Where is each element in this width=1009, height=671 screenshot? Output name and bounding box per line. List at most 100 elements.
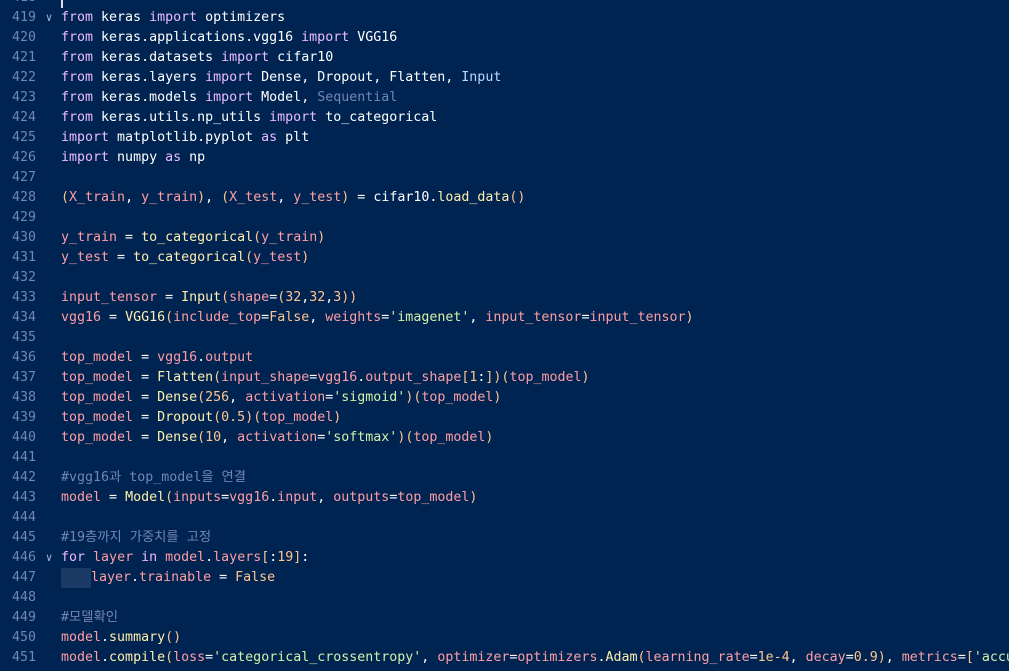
code-text[interactable]: top_model = Flatten(input_shape=vgg16.ou… xyxy=(61,368,590,388)
code-token: vgg16 xyxy=(317,370,358,385)
code-token: output xyxy=(205,350,254,365)
code-text[interactable]: from keras import optimizers xyxy=(61,8,285,28)
code-token: Model xyxy=(125,490,166,505)
code-text[interactable]: for layer in model.layers[:19]: xyxy=(61,548,309,568)
code-token: = xyxy=(133,430,158,445)
code-line[interactable]: 445 #19층까지 가중치를 고정 xyxy=(0,528,1009,548)
code-line[interactable]: 446 ∨ for layer in model.layers[:19]: xyxy=(0,548,1009,568)
code-token: compile xyxy=(109,650,166,665)
code-text[interactable]: from keras.utils.np_utils import to_cate… xyxy=(61,108,437,128)
code-line[interactable]: 423 from keras.models import Model, Seque… xyxy=(0,88,1009,108)
code-token: input_shape xyxy=(221,370,310,385)
code-token: 32 xyxy=(285,290,302,305)
code-line[interactable]: 443 model = Model(inputs=vgg16.input, out… xyxy=(0,488,1009,508)
code-token: = xyxy=(109,250,134,265)
code-line[interactable]: 427 xyxy=(0,168,1009,188)
code-line[interactable]: 447 layer.trainable = False xyxy=(0,568,1009,588)
code-line[interactable]: 420 from keras.applications.vgg16 import … xyxy=(0,28,1009,48)
code-token: ( xyxy=(61,190,70,205)
code-token: keras xyxy=(93,10,150,25)
code-token: = xyxy=(133,350,158,365)
code-line[interactable]: 422 from keras.layers import Dense, Dropo… xyxy=(0,68,1009,88)
code-line[interactable]: 436 top_model = vgg16.output xyxy=(0,348,1009,368)
code-line[interactable]: 442 #vgg16과 top_model을 연결 xyxy=(0,468,1009,488)
code-line[interactable]: 438 top_model = Dense(256, activation='si… xyxy=(0,388,1009,408)
code-line[interactable]: 424 from keras.utils.np_utils import to_c… xyxy=(0,108,1009,128)
code-line[interactable]: 428 (X_train, y_train), (X_test, y_test) … xyxy=(0,188,1009,208)
code-text[interactable]: model = Model(inputs=vgg16.input, output… xyxy=(61,488,477,508)
code-text[interactable]: top_model = Dense(10, activation='softma… xyxy=(61,428,493,448)
code-line[interactable]: 432 xyxy=(0,268,1009,288)
code-text[interactable]: top_model = Dropout(0.5)(top_model) xyxy=(61,408,341,428)
code-token: model xyxy=(61,490,102,505)
code-token: )( xyxy=(405,390,422,405)
code-token: ( xyxy=(221,290,230,305)
code-line[interactable]: 444 xyxy=(0,508,1009,528)
code-line[interactable]: 439 top_model = Dropout(0.5)(top_model) xyxy=(0,408,1009,428)
code-text[interactable]: model.summary() xyxy=(61,628,181,648)
code-line[interactable]: 418 xyxy=(0,0,1009,8)
code-line[interactable]: 431 y_test = to_categorical(y_test) xyxy=(0,248,1009,268)
code-line[interactable]: 437 top_model = Flatten(input_shape=vgg16… xyxy=(0,368,1009,388)
code-token: keras.datasets xyxy=(93,50,222,65)
code-line[interactable]: 419 ∨ from keras import optimizers xyxy=(0,8,1009,28)
code-text[interactable]: model.compile(loss='categorical_crossent… xyxy=(61,648,1009,668)
line-number: 428 xyxy=(11,190,36,205)
code-text[interactable]: y_train = to_categorical(y_train) xyxy=(61,228,325,248)
code-token: to_categorical xyxy=(317,110,438,125)
code-text[interactable]: from keras.layers import Dense, Dropout,… xyxy=(61,68,501,88)
code-text[interactable]: input_tensor = Input(shape=(32,32,3)) xyxy=(61,288,357,308)
code-token: = xyxy=(117,230,142,245)
code-text[interactable]: from keras.datasets import cifar10 xyxy=(61,48,333,68)
code-token: , xyxy=(309,310,326,325)
code-token: from xyxy=(61,90,94,105)
code-text[interactable]: #vgg16과 top_model을 연결 xyxy=(61,468,246,488)
code-editor[interactable]: 418419∨from keras import optimizers420fr… xyxy=(0,0,1009,671)
code-text[interactable]: top_model = Dense(256, activation='sigmo… xyxy=(61,388,501,408)
code-line[interactable]: 421 from keras.datasets import cifar10 xyxy=(0,48,1009,68)
chevron-down-icon[interactable]: ∨ xyxy=(42,548,56,568)
code-text[interactable]: #19층까지 가중치를 고정 xyxy=(61,528,211,548)
code-text[interactable]: import numpy as np xyxy=(61,148,205,168)
code-line[interactable]: 434 vgg16 = VGG16(include_top=False, weig… xyxy=(0,308,1009,328)
code-text[interactable]: (X_train, y_train), (X_test, y_test) = c… xyxy=(61,188,525,208)
code-token: activation xyxy=(245,390,326,405)
code-line[interactable]: 426 import numpy as np xyxy=(0,148,1009,168)
code-line[interactable]: 449 #모델확인 xyxy=(0,608,1009,628)
code-text[interactable]: vgg16 = VGG16(include_top=False, weights… xyxy=(61,308,694,328)
code-token: . xyxy=(131,570,140,585)
code-line[interactable]: 435 xyxy=(0,328,1009,348)
code-text[interactable]: y_test = to_categorical(y_test) xyxy=(61,248,309,268)
code-text[interactable]: #모델확인 xyxy=(61,608,118,628)
code-text[interactable]: layer.trainable = False xyxy=(61,568,275,588)
code-token: . xyxy=(205,550,214,565)
code-token: y_train xyxy=(61,230,118,245)
code-line[interactable]: 448 xyxy=(0,588,1009,608)
code-line[interactable]: 430 y_train = to_categorical(y_train) xyxy=(0,228,1009,248)
code-line[interactable]: 440 top_model = Dense(10, activation='sof… xyxy=(0,428,1009,448)
code-text[interactable]: from keras.models import Model, Sequenti… xyxy=(61,88,397,108)
code-token: )( xyxy=(245,410,262,425)
code-text[interactable]: import matplotlib.pyplot as plt xyxy=(61,128,309,148)
code-text[interactable]: top_model = vgg16.output xyxy=(61,348,253,368)
code-token: import xyxy=(221,50,270,65)
code-token: 'imagenet' xyxy=(389,310,470,325)
code-line[interactable]: 441 xyxy=(0,448,1009,468)
code-token: numpy xyxy=(109,150,166,165)
code-line[interactable]: 450 model.summary() xyxy=(0,628,1009,648)
code-token: ) xyxy=(685,310,694,325)
code-token: import xyxy=(149,10,198,25)
code-token: loss xyxy=(173,650,206,665)
code-text[interactable]: from keras.applications.vgg16 import VGG… xyxy=(61,28,397,48)
code-lines[interactable]: 418419∨from keras import optimizers420fr… xyxy=(0,0,1009,668)
code-line[interactable]: 433 input_tensor = Input(shape=(32,32,3)) xyxy=(0,288,1009,308)
code-token: shape xyxy=(229,290,270,305)
code-line[interactable]: 429 xyxy=(0,208,1009,228)
code-token: y_test xyxy=(61,250,110,265)
code-token: top_model xyxy=(61,410,134,425)
code-line[interactable]: 451 model.compile(loss='categorical_cross… xyxy=(0,648,1009,668)
code-token: import xyxy=(269,110,318,125)
code-line[interactable]: 425 import matplotlib.pyplot as plt xyxy=(0,128,1009,148)
line-number: 436 xyxy=(11,350,36,365)
chevron-down-icon[interactable]: ∨ xyxy=(42,8,56,28)
